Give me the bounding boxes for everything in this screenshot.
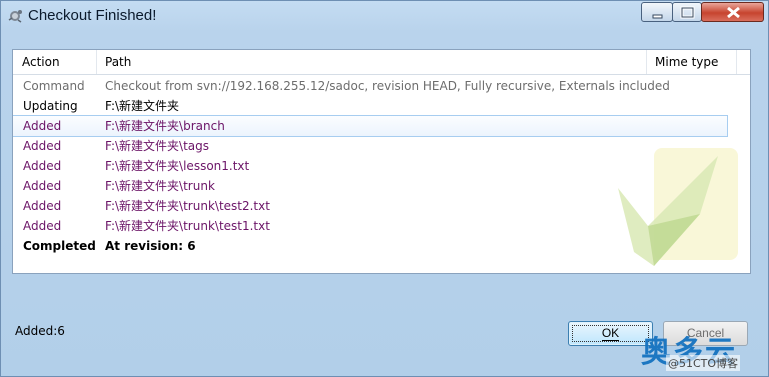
row-path: F:\新建文件夹\trunk\test2.txt [105, 199, 270, 213]
close-button[interactable] [701, 2, 764, 22]
column-header-mime-type[interactable]: Mime type [647, 50, 737, 74]
window-title: Checkout Finished! [28, 7, 157, 24]
results-list[interactable]: Action Path Mime type Command Checkout f… [12, 49, 751, 274]
row-path: F:\新建文件夹\trunk [105, 179, 215, 193]
column-header-path[interactable]: Path [97, 50, 647, 74]
maximize-icon [680, 6, 695, 19]
row-path: Checkout from svn://192.168.255.12/sadoc… [105, 79, 670, 93]
list-header: Action Path Mime type [13, 50, 750, 75]
title-bar[interactable]: Checkout Finished! [1, 1, 768, 33]
row-path: At revision: 6 [105, 239, 196, 253]
checkout-dialog: Checkout Finished! Action Path Mime type [0, 0, 769, 377]
checkmark-watermark-icon [618, 148, 738, 266]
row-action: Added [23, 119, 62, 133]
focus-rectangle [572, 325, 649, 342]
row-path: F:\新建文件夹 [105, 99, 180, 113]
row-action: Added [23, 179, 62, 193]
row-path: F:\新建文件夹\lesson1.txt [105, 159, 250, 173]
blog-credit-watermark: @51CTO博客 [666, 355, 741, 371]
row-action: Added [23, 199, 62, 213]
row-action: Completed [23, 239, 96, 253]
status-summary: Added:6 [15, 324, 65, 338]
row-action: Command [23, 79, 85, 93]
row-action: Added [23, 139, 62, 153]
row-action: Added [23, 159, 62, 173]
row-action: Updating [23, 99, 78, 113]
row-path: F:\新建文件夹\branch [105, 119, 225, 133]
minimize-button[interactable] [641, 2, 673, 22]
maximize-button[interactable] [672, 2, 702, 22]
tortoise-svn-icon [8, 10, 22, 23]
row-path: F:\新建文件夹\trunk\test1.txt [105, 219, 270, 233]
minimize-icon [652, 14, 663, 19]
column-header-action[interactable]: Action [13, 50, 97, 74]
row-action: Added [23, 219, 62, 233]
table-row-selected[interactable]: Added F:\新建文件夹\branch [13, 115, 728, 137]
table-row[interactable]: Command Checkout from svn://192.168.255.… [13, 76, 750, 96]
close-icon [727, 6, 740, 19]
table-row[interactable]: Updating F:\新建文件夹 [13, 96, 750, 116]
row-path: F:\新建文件夹\tags [105, 139, 210, 153]
